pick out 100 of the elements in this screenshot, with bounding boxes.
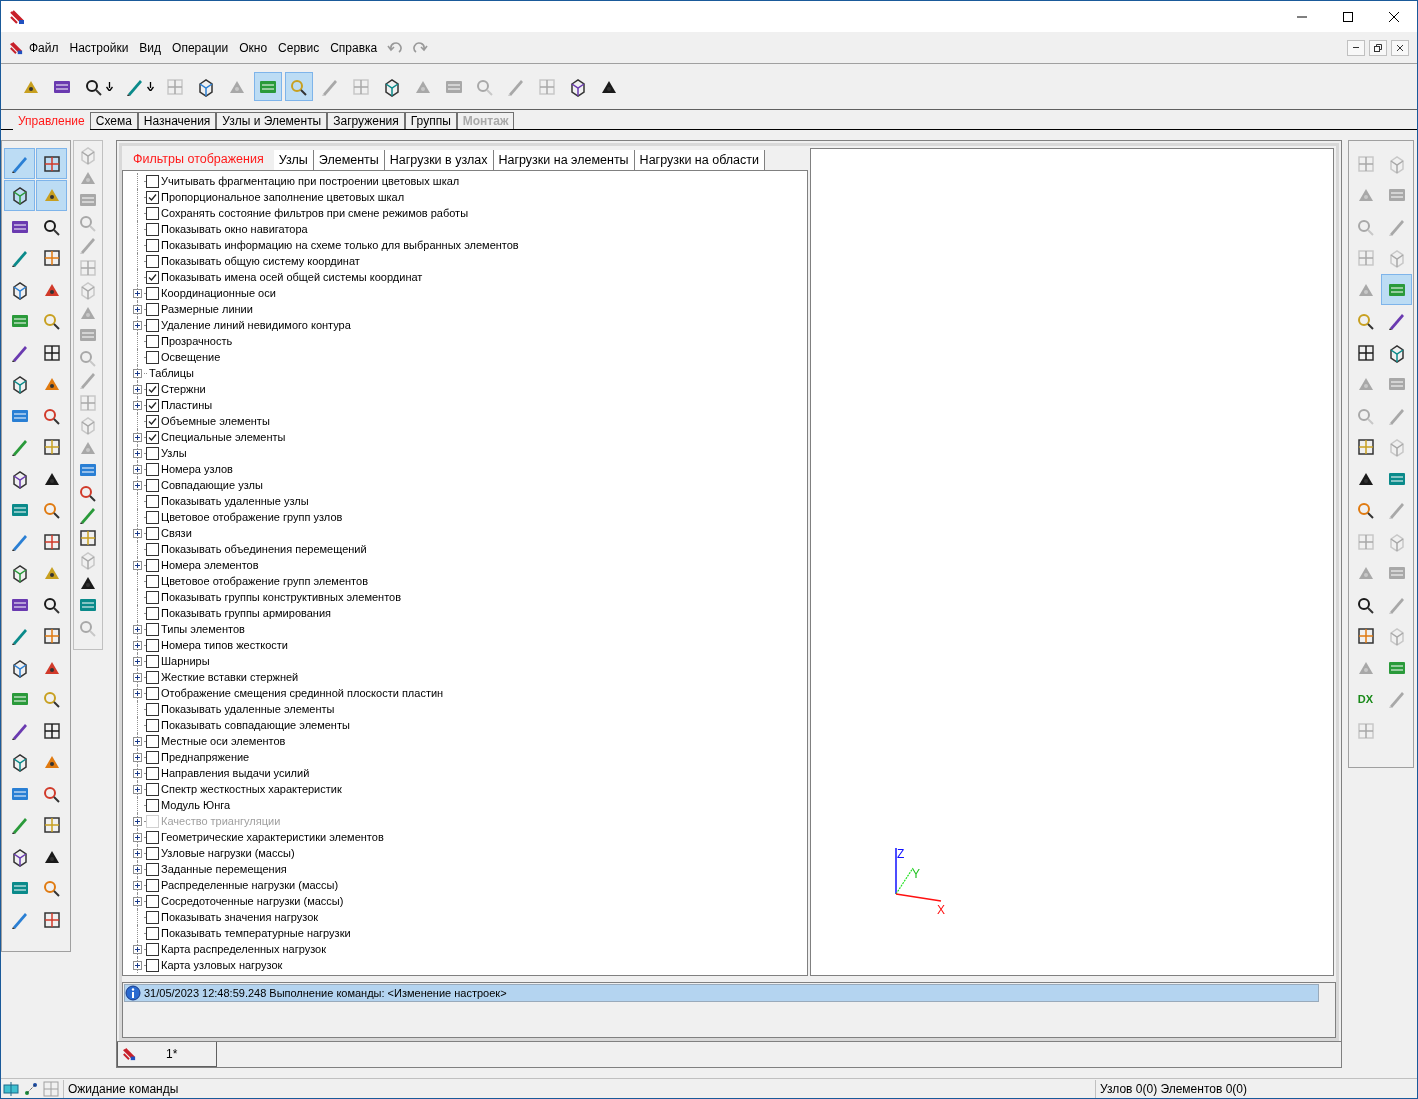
expand-icon[interactable] [133, 944, 142, 954]
checkbox[interactable] [146, 270, 159, 284]
menu-item[interactable]: Файл [24, 37, 64, 58]
checkbox[interactable] [146, 718, 159, 732]
ribbon-tab[interactable]: Узлы и Элементы [216, 112, 328, 129]
checkbox[interactable] [146, 734, 159, 748]
checkbox[interactable] [146, 766, 159, 780]
panel-tab[interactable]: Нагрузки в узлах [384, 150, 494, 170]
checkbox[interactable] [146, 398, 159, 412]
checkbox[interactable] [146, 782, 159, 796]
status-icon[interactable] [23, 1080, 39, 1097]
expand-icon[interactable] [133, 768, 142, 778]
expand-icon[interactable] [133, 752, 142, 762]
ribbon-tab[interactable]: Назначения [137, 112, 217, 129]
expand-icon[interactable] [133, 528, 142, 538]
checkbox[interactable] [146, 846, 159, 860]
checkbox[interactable] [146, 174, 159, 188]
checkbox[interactable] [146, 894, 159, 908]
expand-icon[interactable] [133, 432, 142, 442]
checkbox[interactable] [146, 206, 159, 220]
checkbox[interactable] [146, 334, 159, 348]
checkbox[interactable] [146, 702, 159, 716]
checkbox[interactable] [146, 478, 159, 492]
checkbox[interactable] [146, 926, 159, 940]
status-icon[interactable] [3, 1080, 19, 1097]
checkbox[interactable] [146, 654, 159, 668]
expand-icon[interactable] [133, 880, 142, 890]
expand-icon[interactable] [133, 960, 142, 970]
expand-icon[interactable] [133, 384, 142, 394]
checkbox[interactable] [146, 798, 159, 812]
toolbar-button[interactable] [4, 179, 35, 211]
checkbox[interactable] [146, 830, 159, 844]
checkbox[interactable] [146, 286, 159, 300]
checkbox[interactable] [146, 414, 159, 428]
checkbox[interactable] [146, 590, 159, 604]
document-restore-button[interactable] [1369, 39, 1387, 56]
checkbox[interactable] [146, 526, 159, 540]
checkbox[interactable] [146, 542, 159, 556]
panel-tab[interactable]: Элементы [313, 150, 385, 170]
toolbar-button[interactable]: DX [1350, 683, 1381, 715]
expand-icon[interactable] [133, 656, 142, 666]
panel-tab[interactable]: Нагрузки на области [634, 150, 765, 170]
document-tab[interactable]: 1* [117, 1042, 217, 1067]
checkbox[interactable] [146, 606, 159, 620]
ribbon-tab[interactable]: Загружения [327, 112, 405, 129]
checkbox[interactable] [146, 910, 159, 924]
menu-item[interactable]: Вид [134, 37, 167, 58]
expand-icon[interactable] [133, 320, 142, 330]
menu-item[interactable]: Справка [325, 37, 383, 58]
checkbox[interactable] [146, 574, 159, 588]
ribbon-tab[interactable]: Группы [404, 112, 457, 129]
menu-item[interactable]: Сервис [273, 37, 325, 58]
checkbox[interactable] [146, 558, 159, 572]
expand-icon[interactable] [133, 304, 142, 314]
document-close-button[interactable] [1391, 39, 1409, 56]
checkbox[interactable] [146, 958, 159, 972]
checkbox[interactable] [146, 382, 159, 396]
expand-icon[interactable] [133, 448, 142, 458]
checkbox[interactable] [146, 622, 159, 636]
panel-tab[interactable]: Нагрузки на элементы [493, 150, 635, 170]
expand-icon[interactable] [133, 624, 142, 634]
menu-item[interactable]: Окно [234, 37, 273, 58]
panel-tab[interactable]: Узлы [273, 150, 314, 170]
checkbox[interactable] [146, 238, 159, 252]
checkbox[interactable] [146, 350, 159, 364]
expand-icon[interactable] [133, 400, 142, 410]
checkbox[interactable] [146, 254, 159, 268]
checkbox[interactable] [146, 318, 159, 332]
checkbox[interactable] [146, 750, 159, 764]
checkbox[interactable] [146, 670, 159, 684]
expand-icon[interactable] [133, 368, 142, 378]
checkbox[interactable] [146, 462, 159, 476]
expand-icon[interactable] [133, 480, 142, 490]
checkbox[interactable] [146, 430, 159, 444]
expand-icon[interactable] [133, 864, 142, 874]
checkbox[interactable] [146, 494, 159, 508]
checkbox[interactable] [146, 878, 159, 892]
expand-icon[interactable] [133, 896, 142, 906]
expand-icon[interactable] [133, 560, 142, 570]
checkbox[interactable] [146, 686, 159, 700]
expand-icon[interactable] [133, 784, 142, 794]
checkbox[interactable] [146, 190, 159, 204]
menu-item[interactable]: Настройки [64, 37, 134, 58]
checkbox[interactable] [146, 862, 159, 876]
expand-icon[interactable] [133, 640, 142, 650]
expand-icon[interactable] [133, 688, 142, 698]
checkbox[interactable] [146, 302, 159, 316]
expand-icon[interactable] [133, 464, 142, 474]
menu-item[interactable]: Операции [167, 37, 234, 58]
expand-icon[interactable] [133, 672, 142, 682]
expand-icon[interactable] [133, 848, 142, 858]
checkbox[interactable] [146, 510, 159, 524]
expand-icon[interactable] [133, 832, 142, 842]
expand-icon[interactable] [133, 736, 142, 746]
checkbox[interactable] [146, 222, 159, 236]
checkbox[interactable] [146, 942, 159, 956]
ribbon-tab[interactable]: Схема [89, 112, 138, 129]
checkbox[interactable] [146, 638, 159, 652]
expand-icon[interactable] [133, 288, 142, 298]
checkbox[interactable] [146, 446, 159, 460]
